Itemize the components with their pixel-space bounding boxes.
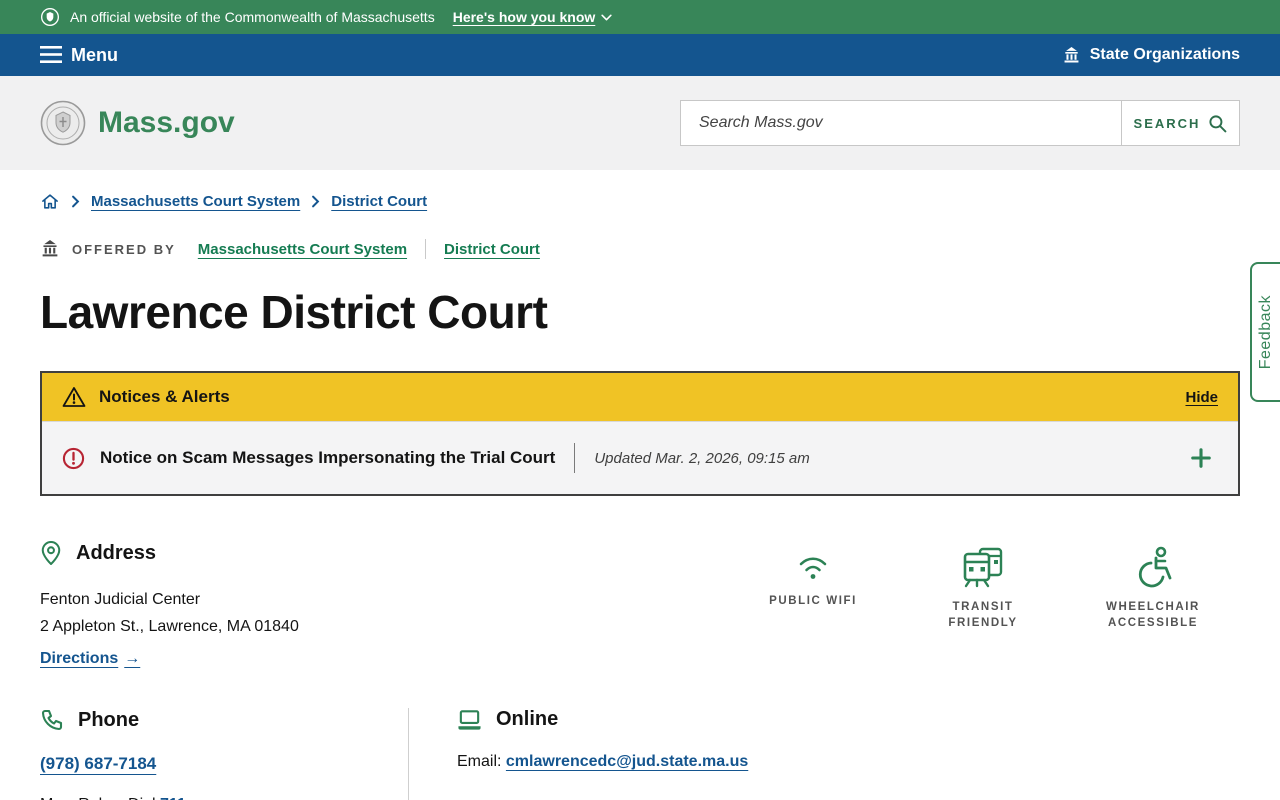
hamburger-icon: [40, 46, 62, 63]
menu-label: Menu: [71, 44, 118, 65]
breadcrumb-link-court-system[interactable]: Massachusetts Court System: [91, 193, 300, 210]
alert-notice-title: Notice on Scam Messages Impersonating th…: [100, 448, 556, 467]
phone-number-line: (978) 687-7184: [40, 754, 408, 774]
feature-label: TRANSIT FRIENDLY: [948, 601, 1018, 629]
feature-wheelchair-accessible: WHEELCHAIR ACCESSIBLE: [1094, 546, 1212, 631]
contact-row: Phone (978) 687-7184 MassRelay: Dial 711…: [40, 708, 1240, 800]
heres-how-you-know-button[interactable]: Here's how you know: [453, 9, 614, 25]
wheelchair-icon: [1138, 546, 1172, 588]
menu-button[interactable]: Menu: [40, 45, 118, 66]
address-lines: Fenton Judicial Center 2 Appleton St., L…: [40, 586, 299, 640]
capitol-building-icon: [42, 240, 58, 257]
feature-public-wifi: PUBLIC WIFI: [754, 546, 872, 631]
arrow-right-icon: →: [124, 650, 141, 668]
phone-heading: Phone: [40, 708, 408, 732]
email-label: Email:: [457, 753, 506, 771]
phone-number-link[interactable]: (978) 687-7184: [40, 754, 156, 773]
feature-label: WHEELCHAIR ACCESSIBLE: [1106, 601, 1200, 629]
feedback-label: Feedback: [1257, 294, 1274, 370]
feedback-tab[interactable]: Feedback: [1250, 262, 1280, 402]
directions-link[interactable]: Directions →: [40, 650, 140, 668]
wifi-icon: [799, 557, 827, 579]
address-line1: Fenton Judicial Center: [40, 591, 201, 608]
email-link[interactable]: cmlawrencedc@jud.state.ma.us: [506, 753, 748, 770]
online-heading: Online: [457, 708, 748, 731]
address-section: Address Fenton Judicial Center 2 Appleto…: [40, 540, 299, 668]
phone-icon: [41, 710, 63, 731]
offered-by-label: OFFERED BY: [72, 241, 176, 257]
massgov-seal-icon: [40, 100, 86, 146]
search-bar: SEARCH: [680, 100, 1240, 146]
breadcrumb: Massachusetts Court System District Cour…: [40, 192, 1240, 211]
home-icon: [42, 194, 58, 209]
notices-alerts-title: Notices & Alerts: [99, 387, 230, 406]
notices-alerts-header: Notices & Alerts Hide: [42, 373, 1238, 421]
chevron-right-icon: [310, 195, 321, 208]
massgov-logo[interactable]: Mass.gov: [40, 100, 235, 146]
alert-notice-row[interactable]: Notice on Scam Messages Impersonating th…: [42, 421, 1238, 494]
feature-icons-row: PUBLIC WIFI TRANSIT FRIENDLY WHEELCHAIR …: [754, 546, 1212, 631]
state-organizations-button[interactable]: State Organizations: [1062, 46, 1240, 64]
feature-transit-friendly: TRANSIT FRIENDLY: [924, 546, 1042, 631]
chevron-down-icon: [601, 14, 612, 20]
directions-label: Directions: [40, 650, 119, 668]
transit-icon: [963, 547, 1003, 588]
alert-notice-updated: Updated Mar. 2, 2026, 09:15 am: [594, 449, 810, 467]
state-seal-icon: [41, 8, 59, 26]
breadcrumb-home-link[interactable]: [40, 192, 60, 211]
online-section: Online Email: cmlawrencedc@jud.state.ma.…: [409, 708, 748, 800]
hide-alerts-link[interactable]: Hide: [1185, 389, 1218, 406]
map-pin-icon: [41, 540, 61, 566]
search-button[interactable]: SEARCH: [1121, 101, 1239, 145]
page-content: Massachusetts Court System District Cour…: [0, 192, 1280, 800]
page-title: Lawrence District Court: [40, 286, 548, 338]
offered-by-link-court-system[interactable]: Massachusetts Court System: [198, 241, 407, 258]
laptop-icon: [458, 710, 481, 730]
address-heading-label: Address: [76, 541, 157, 564]
online-heading-label: Online: [496, 708, 559, 731]
phone-heading-label: Phone: [78, 708, 140, 731]
chevron-right-icon: [70, 195, 81, 208]
offered-by-row: OFFERED BY Massachusetts Court System Di…: [40, 239, 1240, 259]
massgov-logo-text: Mass.gov: [98, 106, 235, 139]
heres-how-you-know-label: Here's how you know: [452, 9, 596, 25]
address-heading: Address: [40, 540, 299, 566]
expand-notice-button[interactable]: [1184, 447, 1218, 469]
breadcrumb-link-district-court[interactable]: District Court: [331, 193, 427, 210]
plus-icon: [1191, 448, 1211, 468]
official-banner-text: An official website of the Commonwealth …: [70, 9, 435, 25]
massrelay-label: MassRelay: Dial: [40, 796, 160, 800]
location-row: Address Fenton Judicial Center 2 Appleto…: [40, 540, 1240, 668]
site-header: Mass.gov SEARCH: [0, 76, 1280, 170]
search-button-label: SEARCH: [1133, 115, 1201, 131]
main-nav-bar: Menu State Organizations: [0, 34, 1280, 76]
massrelay-711-link[interactable]: 711: [160, 796, 186, 800]
divider: [574, 443, 576, 473]
massrelay-line: MassRelay: Dial 711: [40, 796, 408, 800]
state-organizations-label: State Organizations: [1089, 46, 1240, 63]
feature-label: PUBLIC WIFI: [769, 595, 857, 607]
offered-by-link-district-court[interactable]: District Court: [444, 241, 540, 258]
email-line: Email: cmlawrencedc@jud.state.ma.us: [457, 753, 748, 771]
search-icon: [1209, 114, 1227, 132]
official-banner: An official website of the Commonwealth …: [0, 0, 1280, 34]
warning-triangle-icon: [62, 387, 86, 407]
notices-alerts-panel: Notices & Alerts Hide Notice on Scam Mes…: [40, 371, 1240, 496]
search-input[interactable]: [681, 101, 1121, 145]
divider: [425, 239, 427, 259]
capitol-building-icon: [1064, 46, 1079, 62]
phone-section: Phone (978) 687-7184 MassRelay: Dial 711: [40, 708, 408, 800]
address-line2: 2 Appleton St., Lawrence, MA 01840: [40, 618, 299, 636]
alert-exclamation-icon: [62, 447, 85, 469]
